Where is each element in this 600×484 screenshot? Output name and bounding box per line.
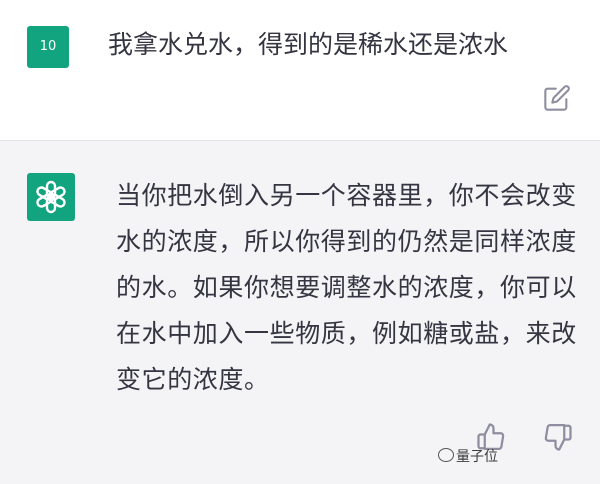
wechat-icon	[438, 448, 454, 462]
user-message: 10 我拿水兑水，得到的是稀水还是浓水	[0, 0, 600, 140]
user-message-text: 我拿水兑水，得到的是稀水还是浓水	[108, 30, 509, 59]
assistant-avatar	[27, 173, 75, 221]
assistant-message: 当你把水倒入另一个容器里，你不会改变水的浓度，所以你得到的仍然是同样浓度的水。如…	[0, 141, 600, 484]
openai-logo-icon	[36, 180, 66, 214]
user-avatar: 10	[27, 26, 69, 68]
thumbs-down-icon[interactable]	[543, 422, 573, 452]
watermark-text: 量子位	[456, 449, 498, 465]
watermark: 量子位	[438, 446, 498, 466]
assistant-message-text: 当你把水倒入另一个容器里，你不会改变水的浓度，所以你得到的仍然是同样浓度的水。如…	[116, 181, 577, 394]
edit-icon[interactable]	[543, 84, 571, 112]
